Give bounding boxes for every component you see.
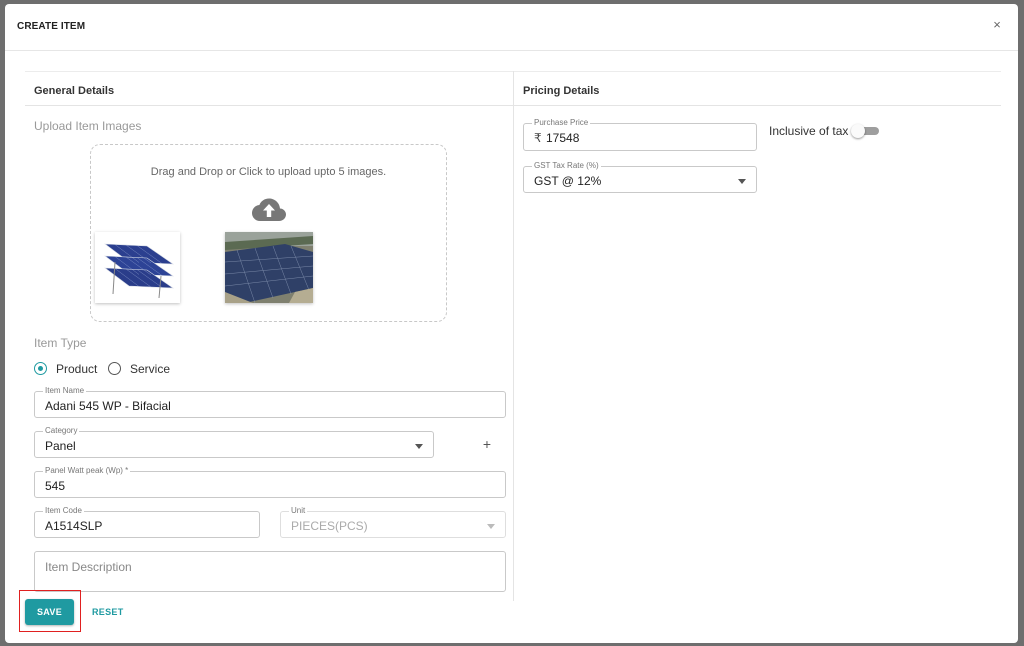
- chevron-down-icon: [415, 444, 423, 449]
- dialog-content: General Details Upload Item Images Drag …: [25, 71, 1001, 601]
- general-details-rule: [25, 105, 513, 106]
- add-category-icon[interactable]: +: [480, 437, 494, 451]
- item-code-label: Item Code: [43, 506, 84, 516]
- gst-tax-rate-label: GST Tax Rate (%): [532, 161, 601, 171]
- item-code-field[interactable]: Item Code A1514SLP: [34, 506, 260, 538]
- category-label: Category: [43, 426, 80, 436]
- image-dropzone[interactable]: Drag and Drop or Click to upload upto 5 …: [90, 144, 447, 322]
- pricing-details-title: Pricing Details: [523, 85, 600, 97]
- item-type-label: Item Type: [34, 336, 87, 350]
- unit-select: Unit PIECES(PCS): [280, 506, 506, 538]
- pricing-details-rule: [514, 105, 1001, 106]
- dialog-title: CREATE ITEM: [17, 21, 86, 32]
- close-icon[interactable]: ×: [990, 18, 1004, 32]
- item-description-field[interactable]: Item Description: [34, 551, 506, 592]
- general-details-title: General Details: [34, 85, 115, 97]
- item-description-placeholder: Item Description: [45, 560, 132, 574]
- uploaded-image-solar-panel-2[interactable]: [225, 232, 313, 303]
- upload-images-label: Upload Item Images: [34, 119, 142, 133]
- dropzone-text: Drag and Drop or Click to upload upto 5 …: [150, 166, 387, 178]
- dialog-header: CREATE ITEM ×: [5, 4, 1018, 51]
- toggle-knob: [851, 124, 865, 138]
- item-name-label: Item Name: [43, 386, 87, 396]
- item-type-product-radio[interactable]: [34, 362, 47, 375]
- item-type-product-label[interactable]: Product: [56, 362, 97, 376]
- create-item-dialog: CREATE ITEM × General Details Upload Ite…: [5, 4, 1018, 643]
- inclusive-of-tax-toggle[interactable]: [851, 124, 879, 138]
- reset-button[interactable]: RESET: [92, 599, 124, 625]
- column-divider: [513, 71, 514, 601]
- chevron-down-icon: [738, 179, 746, 184]
- item-name-value: Adani 545 WP - Bifacial: [45, 399, 171, 413]
- purchase-price-value: 17548: [546, 131, 580, 145]
- item-name-field[interactable]: Item Name Adani 545 WP - Bifacial: [34, 386, 506, 418]
- category-select[interactable]: Category Panel: [34, 426, 434, 458]
- save-button[interactable]: SAVE: [25, 599, 74, 625]
- inclusive-of-tax-label: Inclusive of tax: [769, 124, 849, 138]
- panel-watt-peak-field[interactable]: Panel Watt peak (Wp) * 545: [34, 466, 506, 498]
- chevron-down-icon: [487, 524, 495, 529]
- item-type-service-label[interactable]: Service: [130, 362, 170, 376]
- panel-watt-peak-value: 545: [45, 479, 66, 493]
- item-type-service-radio[interactable]: [108, 362, 121, 375]
- unit-label: Unit: [289, 506, 308, 516]
- purchase-price-label: Purchase Price: [532, 118, 591, 128]
- cloud-upload-icon: [252, 198, 286, 221]
- solar-panel-image: [95, 232, 180, 303]
- gst-tax-rate-select[interactable]: GST Tax Rate (%) GST @ 12%: [523, 161, 757, 193]
- uploaded-image-solar-panel-1[interactable]: [95, 232, 180, 303]
- gst-tax-rate-value: GST @ 12%: [534, 174, 602, 188]
- item-code-value: A1514SLP: [45, 519, 103, 533]
- unit-value: PIECES(PCS): [291, 519, 368, 533]
- rupee-icon: ₹: [534, 131, 542, 145]
- solar-array-image: [225, 232, 313, 303]
- purchase-price-field[interactable]: Purchase Price ₹ 17548: [523, 118, 757, 151]
- panel-watt-peak-label: Panel Watt peak (Wp) *: [43, 466, 131, 476]
- category-value: Panel: [45, 439, 76, 453]
